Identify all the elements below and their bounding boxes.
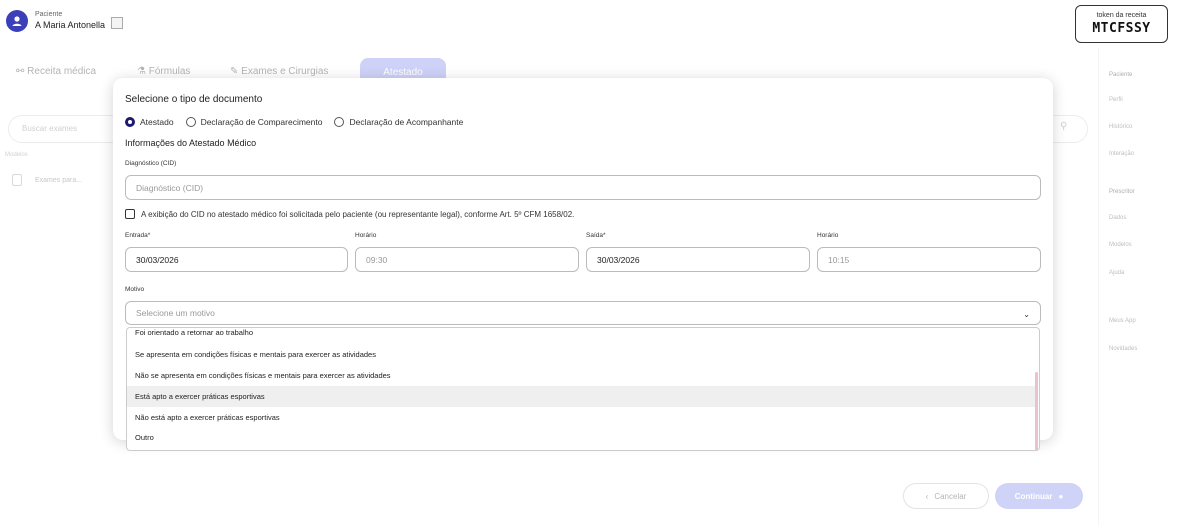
motivo-option[interactable]: Não está apto a exercer práticas esporti… [127, 407, 1037, 428]
horario-entrada-input[interactable]: 09:30 [355, 247, 579, 272]
motivo-select[interactable]: Selecione um motivo ⌄ [125, 301, 1041, 325]
saida-label: Saída* [586, 232, 606, 239]
dropdown-scrollbar[interactable] [1035, 372, 1038, 450]
modal-title: Selecione o tipo de documento [125, 94, 263, 105]
radio-declaracao-acompanhante[interactable]: Declaração de Acompanhante [334, 117, 463, 127]
entrada-date-input[interactable]: 30/03/2026 [125, 247, 348, 272]
motivo-option-highlighted[interactable]: Está apto a exercer práticas esportivas [127, 386, 1037, 407]
section-title: Informações do Atestado Médico [125, 138, 257, 148]
motivo-option[interactable]: Foi orientado a retornar ao trabalho [127, 328, 1037, 343]
motivo-dropdown-list: Foi orientado a retornar ao trabalho Se … [126, 327, 1040, 451]
patient-label: Paciente [35, 11, 63, 18]
token-box: token da receita MTCFSSY [1075, 5, 1168, 43]
top-bar: Paciente A Maria Antonella token da rece… [0, 0, 1177, 48]
cid-consent-checkbox[interactable] [125, 209, 135, 219]
document-type-radio-group: Atestado Declaração de Comparecimento De… [125, 115, 475, 129]
horario-saida-input[interactable]: 10:15 [817, 247, 1041, 272]
radio-unselected-icon[interactable] [185, 117, 196, 127]
cid-consent-checkbox-row[interactable]: A exibição do CID no atestado médico foi… [125, 209, 574, 219]
motivo-option[interactable]: Não se apresenta em condições físicas e … [127, 365, 1037, 386]
cid-input[interactable]: Diagnóstico (CID) [125, 175, 1041, 200]
chevron-down-icon[interactable]: ⌄ [1023, 310, 1030, 319]
broken-image-icon [111, 17, 123, 29]
cid-label: Diagnóstico (CID) [125, 160, 177, 167]
radio-atestado[interactable]: Atestado [125, 117, 174, 127]
saida-date-input[interactable]: 30/03/2026 [586, 247, 810, 272]
motivo-label: Motivo [125, 286, 145, 293]
motivo-option[interactable]: Se apresenta em condições físicas e ment… [127, 344, 1037, 365]
motivo-placeholder: Selecione um motivo [136, 308, 215, 318]
radio-selected-icon[interactable] [125, 117, 135, 127]
horario-entrada-label: Horário [355, 232, 377, 239]
token-value: MTCFSSY [1092, 21, 1151, 36]
entrada-label: Entrada* [125, 232, 151, 239]
radio-unselected-icon[interactable] [334, 117, 345, 127]
horario-saida-label: Horário [817, 232, 839, 239]
patient-name[interactable]: A Maria Antonella [35, 20, 105, 30]
motivo-option[interactable]: Outro [127, 427, 1037, 448]
radio-declaracao-comparecimento[interactable]: Declaração de Comparecimento [185, 117, 322, 127]
cid-consent-label: A exibição do CID no atestado médico foi… [141, 209, 575, 219]
token-label: token da receita [1096, 12, 1147, 19]
patient-avatar-icon[interactable] [6, 10, 28, 32]
